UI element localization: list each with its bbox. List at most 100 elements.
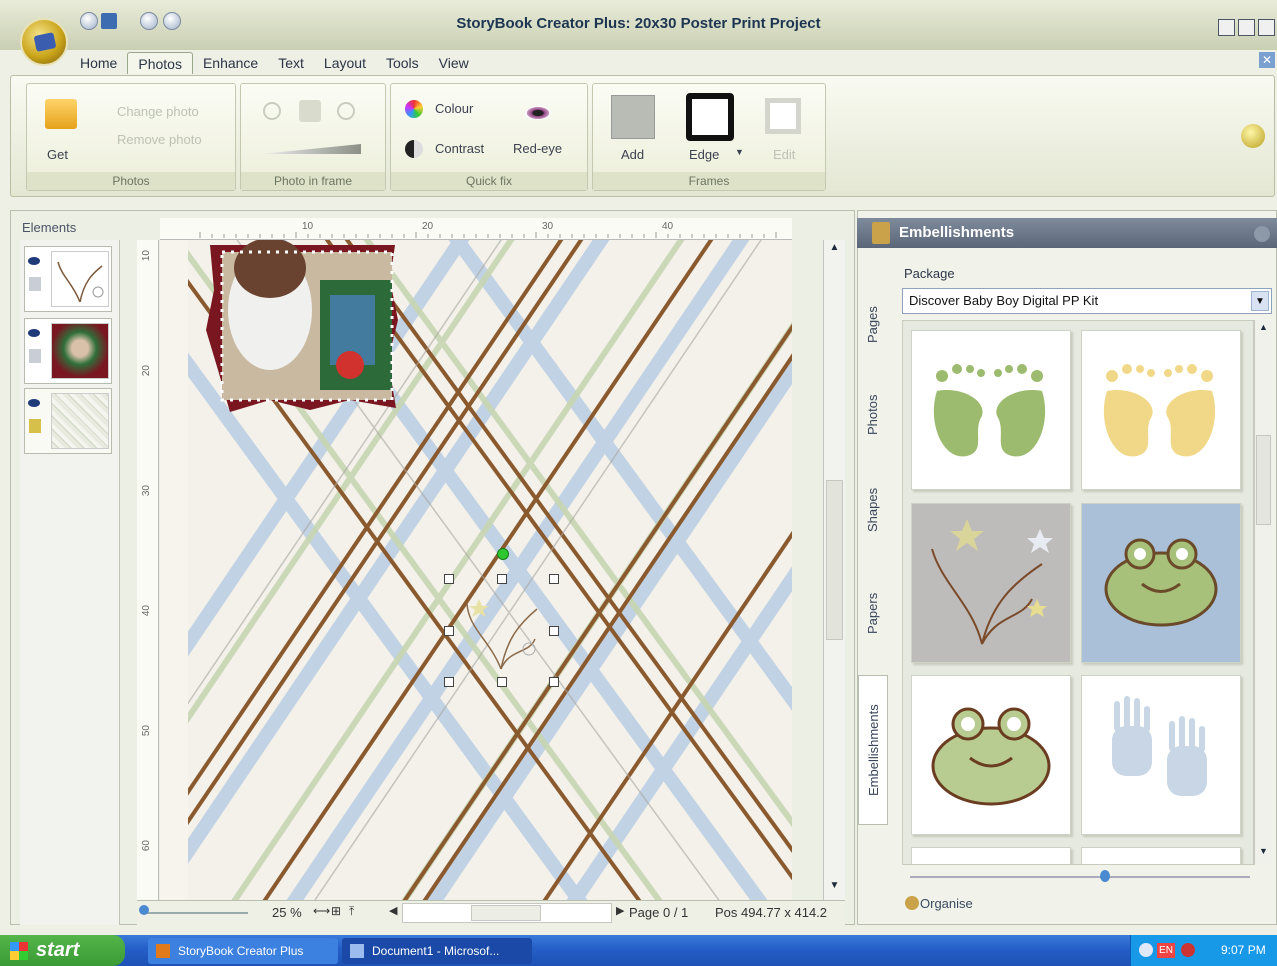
resize-handle[interactable] xyxy=(549,677,559,687)
get-button[interactable]: Get xyxy=(47,147,68,162)
ribbon-close-icon[interactable]: ✕ xyxy=(1259,52,1275,68)
tile-yellow-footprints[interactable] xyxy=(1081,330,1241,490)
pan-icon[interactable] xyxy=(299,100,321,122)
taskbar-item-document[interactable]: Document1 - Microsof... xyxy=(342,938,532,964)
tab-papers[interactable]: Papers xyxy=(858,573,888,653)
resize-handle[interactable] xyxy=(497,574,507,584)
tab-pages[interactable]: Pages xyxy=(858,285,888,365)
tab-photos-pane[interactable]: Photos xyxy=(858,375,888,455)
red-eye-button[interactable]: Red-eye xyxy=(513,141,562,156)
visibility-icon[interactable] xyxy=(28,257,40,265)
tab-home[interactable]: Home xyxy=(70,52,127,74)
tab-tools[interactable]: Tools xyxy=(376,52,429,74)
fit-height-icon[interactable]: ⤒ xyxy=(349,904,354,919)
scroll-left-icon[interactable]: ◀ xyxy=(389,904,397,917)
zoom-slider[interactable] xyxy=(261,144,361,154)
vertical-ruler: 10 20 30 40 50 60 xyxy=(137,240,159,900)
tile-blue-handprints[interactable] xyxy=(1081,675,1241,835)
help-icon[interactable] xyxy=(1241,124,1265,148)
scroll-thumb[interactable] xyxy=(471,905,541,921)
tab-view[interactable]: View xyxy=(429,52,479,74)
element-thumb-paper[interactable] xyxy=(24,388,112,454)
fit-page-icon[interactable]: ⊞ xyxy=(331,904,341,918)
scroll-right-icon[interactable]: ▶ xyxy=(616,904,624,917)
edit-frame-button[interactable]: Edit xyxy=(773,147,795,162)
element-thumb-photo[interactable] xyxy=(24,318,112,384)
resize-handle[interactable] xyxy=(497,677,507,687)
language-indicator[interactable]: EN xyxy=(1157,943,1175,958)
tab-enhance[interactable]: Enhance xyxy=(193,52,268,74)
tile-blue-frog[interactable] xyxy=(1081,503,1241,663)
resize-handle[interactable] xyxy=(444,677,454,687)
tray-icon[interactable] xyxy=(1139,943,1153,957)
scroll-thumb[interactable] xyxy=(826,480,843,640)
contrast-button[interactable]: Contrast xyxy=(435,141,484,156)
tile-stars-flourish[interactable] xyxy=(911,503,1071,663)
resize-handle[interactable] xyxy=(549,574,559,584)
minimize-button[interactable] xyxy=(1218,19,1235,36)
tile-green-footprints[interactable] xyxy=(911,330,1071,490)
lock-icon[interactable] xyxy=(29,349,41,363)
ruler-label: 50 xyxy=(141,725,152,737)
tile-green-frog[interactable] xyxy=(911,675,1071,835)
organise-link[interactable]: Organise xyxy=(920,896,973,911)
canvas-vertical-scrollbar[interactable]: ▲ ▼ xyxy=(823,240,845,900)
position-readout: Pos 494.77 x 414.2 xyxy=(715,905,828,920)
help-icon[interactable] xyxy=(1254,226,1270,242)
remove-photo-button[interactable]: Remove photo xyxy=(117,132,202,147)
rotate-handle[interactable] xyxy=(497,548,509,560)
tab-photos[interactable]: Photos xyxy=(127,52,193,74)
scroll-thumb[interactable] xyxy=(1256,435,1271,525)
package-select[interactable]: Discover Baby Boy Digital PP Kit ▼ xyxy=(902,288,1272,314)
zoom-slider-thumb[interactable] xyxy=(139,905,149,915)
close-button[interactable] xyxy=(1258,19,1275,36)
scroll-up-icon[interactable]: ▲ xyxy=(826,242,843,259)
zoom-slider[interactable] xyxy=(143,912,248,914)
organise-icon xyxy=(905,896,919,910)
element-thumb-flourish[interactable] xyxy=(24,246,112,312)
chevron-down-icon[interactable]: ▼ xyxy=(735,147,744,157)
rotate-right-icon[interactable] xyxy=(337,102,355,120)
scroll-up-icon[interactable]: ▲ xyxy=(1256,322,1271,337)
tile-partial[interactable] xyxy=(1081,847,1241,864)
resize-handle[interactable] xyxy=(444,574,454,584)
resize-handle[interactable] xyxy=(549,626,559,636)
framed-photo[interactable] xyxy=(200,238,400,415)
thumbnail-size-slider[interactable] xyxy=(910,876,1250,878)
ruler-label: 40 xyxy=(141,605,152,617)
selected-flourish[interactable] xyxy=(449,579,554,682)
colour-button[interactable]: Colour xyxy=(435,101,473,116)
scroll-down-icon[interactable]: ▼ xyxy=(1256,846,1271,861)
canvas-horizontal-scrollbar[interactable] xyxy=(402,903,612,923)
tab-embellishments[interactable]: Embellishments xyxy=(858,675,888,825)
ruler-label: 30 xyxy=(542,221,554,232)
thumbnail-size-thumb[interactable] xyxy=(1100,870,1110,882)
app-menu-orb-icon[interactable] xyxy=(20,18,68,66)
word-icon xyxy=(350,944,364,958)
lock-icon[interactable] xyxy=(29,277,41,291)
maximize-button[interactable] xyxy=(1238,19,1255,36)
grid-vertical-scrollbar[interactable]: ▲ ▼ xyxy=(1254,320,1272,865)
taskbar-item-storybook[interactable]: StoryBook Creator Plus xyxy=(148,938,338,964)
chevron-down-icon[interactable]: ▼ xyxy=(1251,291,1269,311)
photos-group: Get Change photo Remove photo Photos xyxy=(26,83,236,191)
tab-shapes[interactable]: Shapes xyxy=(858,470,888,550)
security-icon[interactable] xyxy=(1181,943,1195,957)
tab-text[interactable]: Text xyxy=(268,52,314,74)
change-photo-button[interactable]: Change photo xyxy=(117,104,199,119)
ruler-label: 20 xyxy=(141,365,152,377)
fit-width-icon[interactable]: ⟷ xyxy=(313,904,330,918)
scroll-down-icon[interactable]: ▼ xyxy=(826,880,843,897)
lock-icon[interactable] xyxy=(29,419,41,433)
resize-handle[interactable] xyxy=(444,626,454,636)
zoom-level: 25 % xyxy=(272,905,302,920)
tile-partial[interactable] xyxy=(911,847,1071,864)
visibility-icon[interactable] xyxy=(28,399,40,407)
edge-button[interactable]: Edge xyxy=(689,147,719,162)
tab-layout[interactable]: Layout xyxy=(314,52,376,74)
rotate-left-icon[interactable] xyxy=(263,102,281,120)
visibility-icon[interactable] xyxy=(28,329,40,337)
package-label: Package xyxy=(904,266,955,281)
add-frame-button[interactable]: Add xyxy=(621,147,644,162)
start-button[interactable]: start xyxy=(0,935,125,966)
